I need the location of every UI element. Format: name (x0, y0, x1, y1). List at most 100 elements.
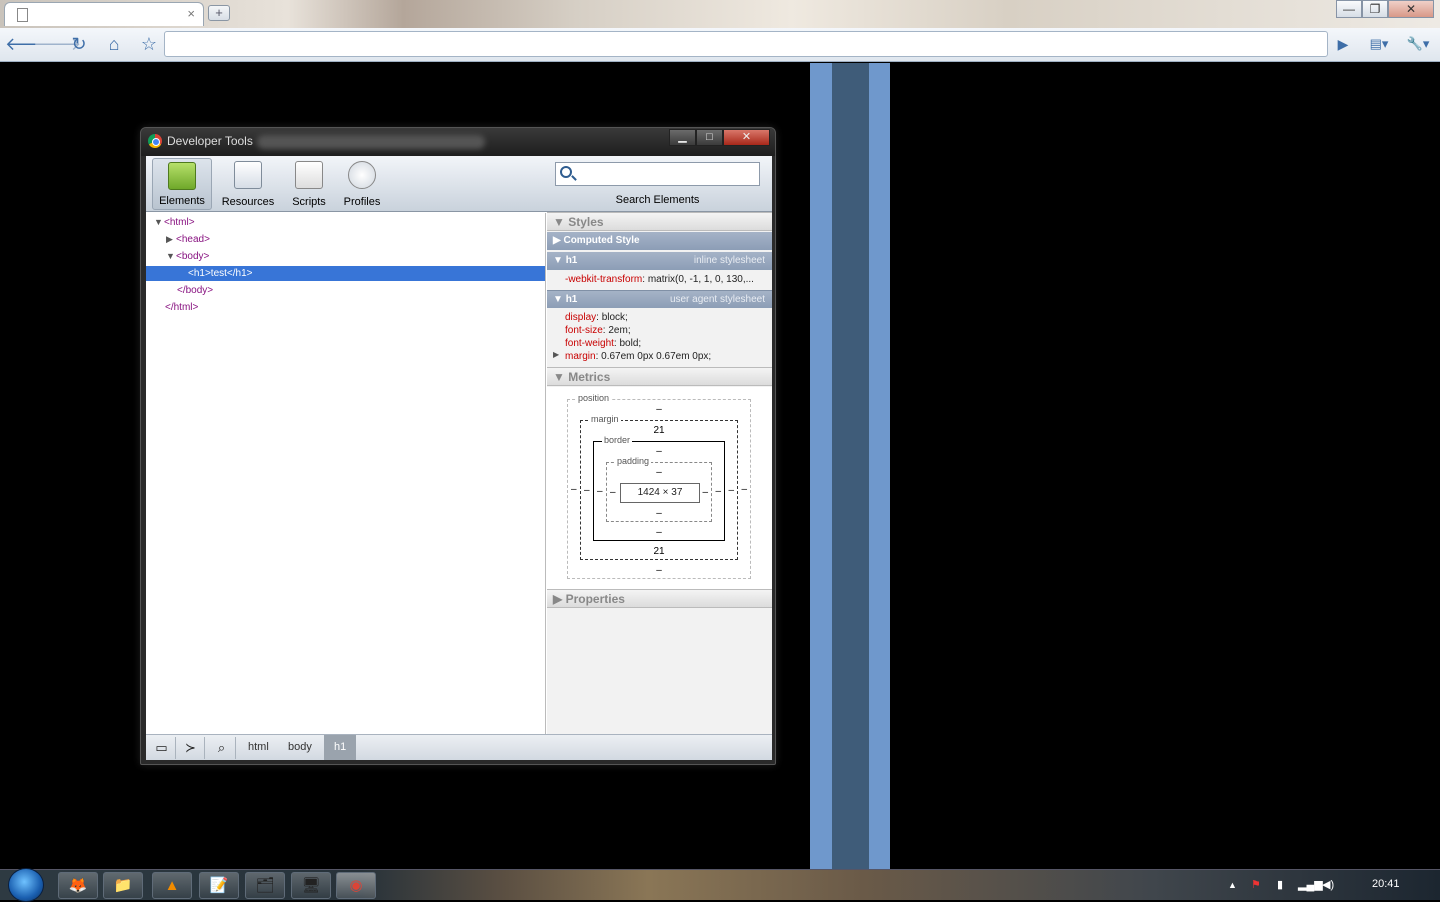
devtools-maximize-button[interactable]: □ (696, 129, 723, 146)
dom-tree-panel: ▼<html> ▶ <head> ▼<body> <h1>test</h1> </… (146, 213, 546, 734)
address-bar[interactable] (164, 31, 1328, 57)
notepad-icon[interactable]: 📝 (199, 872, 239, 899)
style-property[interactable]: margin: 0.67em 0px 0.67em 0px; (565, 350, 711, 363)
dom-node-text: <body> (176, 251, 210, 262)
profiles-icon (348, 161, 376, 189)
search-input[interactable] (578, 165, 756, 183)
page-menu-button[interactable]: ▤▾ (1364, 32, 1394, 56)
volume-icon[interactable]: ◀) (1322, 878, 1334, 891)
devtools-close-button[interactable]: ✕ (723, 129, 770, 146)
restore-button[interactable]: ❐ (1362, 0, 1388, 18)
dom-node[interactable]: </body> (177, 283, 213, 298)
inspect-search-icon[interactable]: ⌕ (208, 737, 236, 759)
tab-close-icon[interactable]: × (187, 6, 195, 21)
metrics-panel: position – – – – margin 21 21 – – border… (547, 387, 772, 589)
properties-pane-header[interactable]: ▶ Properties (547, 589, 772, 608)
show-hidden-icons-button[interactable]: ▲ (1228, 880, 1237, 890)
browser-toolbar: 🡐 🡒 ↻ ⌂ ☆ ▶ ▤▾ 🔧▾ (0, 28, 1440, 62)
expand-triangle-icon[interactable]: ▶ (166, 232, 176, 247)
devtools-body: Elements Resources Scripts Profiles Sear… (146, 156, 772, 760)
border-right: – (715, 486, 721, 497)
dom-node[interactable]: ▶ <head> (166, 232, 210, 247)
minimize-button[interactable]: — (1336, 0, 1362, 18)
wrench-menu-button[interactable]: 🔧▾ (1402, 32, 1434, 56)
computed-style-header[interactable]: ▶ Computed Style (547, 232, 772, 250)
property-value: 0.67em 0px 0.67em 0px; (601, 351, 712, 362)
chrome-logo-icon (148, 134, 162, 148)
property-value: 2em; (608, 325, 631, 336)
devtools-statusbar: ▭ ≻ ⌕ html body h1 (146, 734, 772, 760)
expand-triangle-icon[interactable]: ▼ (166, 249, 176, 264)
browser-tab[interactable]: × (4, 2, 204, 26)
dom-node[interactable]: </html> (165, 300, 198, 315)
tab-scripts[interactable]: Scripts (286, 158, 332, 210)
elements-icon (168, 162, 196, 190)
clock[interactable]: 20:41 (1372, 878, 1400, 890)
explorer-icon[interactable]: 📁 (103, 872, 143, 899)
tab-elements[interactable]: Elements (152, 158, 212, 210)
forward-button[interactable]: 🡒 (33, 32, 81, 56)
page-icon (17, 8, 28, 22)
position-right: – (741, 484, 747, 495)
dom-node[interactable]: ▼<html> (154, 215, 195, 230)
network-icon[interactable]: ▂▄▆ (1298, 878, 1323, 891)
back-button[interactable]: 🡐 (5, 32, 53, 56)
scripts-icon (295, 161, 323, 189)
computed-style-title: Computed Style (563, 235, 640, 246)
new-tab-button[interactable]: + (208, 5, 230, 21)
styles-pane-header[interactable]: ▼ Styles (547, 212, 772, 231)
tab-profiles[interactable]: Profiles (339, 158, 385, 210)
tab-resources[interactable]: Resources (218, 158, 278, 210)
chrome-icon[interactable]: ◉ (336, 872, 376, 899)
breadcrumb-h1[interactable]: h1 (324, 735, 357, 760)
border-top: – (656, 446, 662, 457)
style-property[interactable]: font-size: 2em; (565, 324, 631, 337)
property-name: display (565, 312, 597, 323)
dom-node-text: <html> (164, 217, 195, 228)
folder-icon[interactable]: 🗂 (245, 872, 285, 899)
battery-icon[interactable]: ▮ (1277, 878, 1283, 891)
dock-icon[interactable]: ▭ (148, 737, 176, 759)
bookmark-star-button[interactable]: ☆ (137, 32, 161, 56)
property-name: font-size (565, 325, 603, 336)
metrics-pane-header[interactable]: ▼ Metrics (547, 367, 772, 386)
play-button[interactable]: ▶ (1331, 32, 1355, 56)
rule-source[interactable]: inline stylesheet (694, 252, 765, 270)
reload-button[interactable]: ↻ (67, 32, 91, 56)
dom-node-text: </body> (177, 285, 214, 296)
firefox-icon[interactable]: 🦊 (58, 872, 98, 899)
devtools-title: Developer Tools (167, 134, 253, 148)
dom-node-selected[interactable]: <h1>test</h1> (146, 266, 545, 281)
control-panel-icon[interactable]: 🖥 (291, 872, 331, 899)
search-icon (560, 166, 572, 178)
action-center-icon[interactable]: ⚑ (1251, 878, 1261, 891)
padding-label: padding (615, 456, 652, 466)
margin-label: margin (589, 414, 621, 424)
breadcrumb-html[interactable]: html (238, 735, 279, 760)
blurred-url (257, 135, 485, 149)
position-left: – (571, 484, 577, 495)
vlc-icon[interactable]: ▲ (152, 872, 192, 899)
dom-node[interactable]: ▼<body> (166, 249, 209, 264)
property-name: -webkit-transform (565, 274, 643, 285)
windows-taskbar: 🦊 📁 ▲ 📝 🗂 🖥 ◉ ▲ ⚑ ▮ ▂▄▆ ◀) 20:41 (0, 868, 1440, 902)
devtools-window: Developer Tools ▁ □ ✕ Elements Resources… (140, 127, 776, 765)
start-button[interactable] (8, 868, 44, 902)
style-property[interactable]: -webkit-transform: matrix(0, -1, 1, 0, 1… (565, 273, 754, 286)
search-elements-box[interactable] (555, 162, 760, 186)
padding-top: – (656, 467, 662, 478)
style-property[interactable]: font-weight: bold; (565, 337, 641, 350)
expand-property-icon[interactable]: ▶ (553, 350, 559, 359)
console-icon[interactable]: ≻ (177, 737, 205, 759)
property-value: block; (601, 312, 628, 323)
devtools-titlebar[interactable]: Developer Tools ▁ □ ✕ (141, 128, 775, 156)
property-name: font-weight (565, 338, 614, 349)
border-bottom: – (656, 527, 662, 538)
rotated-heading-stripe (832, 63, 869, 869)
style-property[interactable]: display: block; (565, 311, 628, 324)
home-button[interactable]: ⌂ (102, 32, 126, 56)
devtools-minimize-button[interactable]: ▁ (669, 129, 696, 146)
expand-triangle-icon[interactable]: ▼ (154, 215, 164, 230)
breadcrumb-body[interactable]: body (278, 735, 322, 760)
close-window-button[interactable]: ✕ (1388, 0, 1434, 18)
